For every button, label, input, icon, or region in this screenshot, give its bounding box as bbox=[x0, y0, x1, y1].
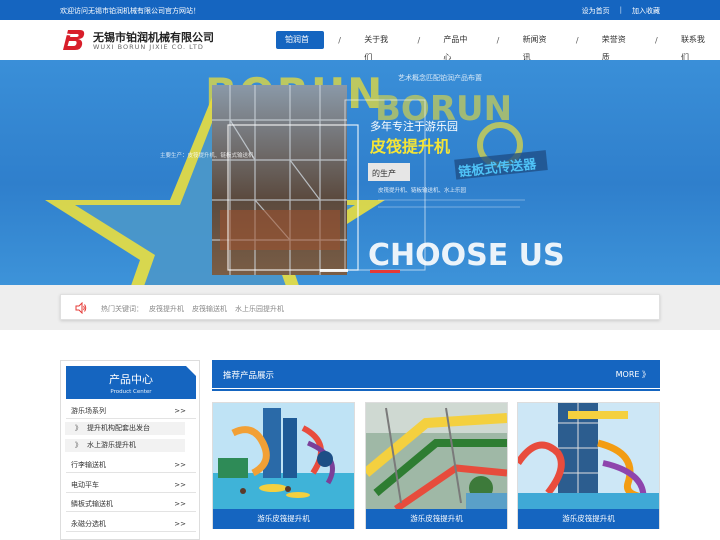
welcome-text: 欢迎访问无锡市铂润机械有限公司官方网站！ bbox=[60, 7, 200, 15]
banner-side-left: 主要生产：皮筏提升机、链板式输送机 bbox=[160, 151, 254, 159]
top-links: 设为首页 | 加入收藏 bbox=[582, 6, 660, 16]
sidebar-item-amusement[interactable]: 游乐场系列 >> bbox=[66, 403, 196, 419]
banner-line2: 多年专注于游乐园 bbox=[370, 119, 458, 133]
nav-separator: / bbox=[496, 35, 500, 45]
chevron-right-icon: 》 bbox=[642, 370, 650, 379]
nav-honors[interactable]: 荣誉资质 bbox=[593, 31, 641, 62]
top-separator: | bbox=[619, 6, 622, 14]
sidebar-subitem-label: 水上游乐提升机 bbox=[87, 441, 136, 449]
nav-separator: / bbox=[655, 35, 658, 45]
sidebar-subitem-water-lift[interactable]: 》 水上游乐提升机 bbox=[65, 439, 185, 452]
nav-separator: / bbox=[417, 35, 421, 45]
hot-keywords-label: 热门关键词： bbox=[101, 305, 143, 313]
hot-keyword-link[interactable]: 皮筏提升机 bbox=[149, 304, 184, 314]
recommend-title: 推荐产品展示 bbox=[223, 371, 275, 381]
set-home-link[interactable]: 设为首页 bbox=[582, 6, 610, 16]
nav-separator: / bbox=[338, 35, 341, 45]
header: 无锡市铂润机械有限公司 WUXI BORUN JIXIE CO. LTD 铂润首… bbox=[0, 20, 720, 62]
sidebar-subitem-launch-platform[interactable]: 》 提升机构配套出发台 bbox=[65, 422, 185, 435]
sidebar-header: 产品中心 Product Center bbox=[66, 366, 196, 399]
chevron-icon: 》 bbox=[75, 441, 82, 449]
product-image[interactable] bbox=[366, 403, 507, 509]
nav-news[interactable]: 新闻资讯 bbox=[514, 31, 562, 62]
recommend-underline bbox=[212, 389, 660, 391]
add-favorite-link[interactable]: 加入收藏 bbox=[632, 6, 660, 16]
banner-side-right: 皮筏提升机、链板输送机、水上乐园 bbox=[378, 186, 467, 194]
sidebar-item-luggage-conveyor[interactable]: 行李输送机 >> bbox=[66, 457, 196, 473]
sidebar-item-electric-cart[interactable]: 电动平车 >> bbox=[66, 477, 196, 493]
banner-line3: 皮筏提升机 bbox=[369, 137, 450, 156]
sidebar-item-label: 电动平车 bbox=[71, 481, 99, 489]
product-image[interactable] bbox=[213, 403, 354, 509]
banner-line5: 的生产 bbox=[372, 168, 396, 178]
product-image[interactable] bbox=[518, 403, 659, 509]
sidebar-title: 产品中心 bbox=[109, 373, 153, 386]
sidebar-item-scale-conveyor[interactable]: 鳞板式输送机 >> bbox=[66, 496, 196, 512]
product-card[interactable]: 游乐皮筏提升机 bbox=[517, 402, 660, 529]
nav-home[interactable]: 铂润首页 bbox=[276, 31, 325, 62]
sidebar-subitem-label: 提升机构配套出发台 bbox=[87, 424, 150, 432]
recommend-header: 推荐产品展示 MORE 》 bbox=[212, 360, 660, 391]
chevron-icon: 》 bbox=[75, 424, 82, 432]
main-nav: 铂润首页 / 关于我们 / 产品中心 / 新闻资讯 / 荣誉资质 / 联系我们 bbox=[276, 31, 720, 62]
nav-products[interactable]: 产品中心 bbox=[434, 31, 482, 62]
hero-banner[interactable]: BORUN BORUN bbox=[0, 60, 720, 285]
sidebar-corner bbox=[186, 366, 196, 376]
sidebar-item-label: 鳞板式输送机 bbox=[71, 500, 113, 508]
choose-us-text: CHOOSE US bbox=[368, 238, 565, 273]
sidebar-item-magnetic-separator[interactable]: 永磁分选机 >> bbox=[66, 516, 196, 532]
more-link[interactable]: MORE 》 bbox=[616, 369, 650, 380]
double-arrow-icon: >> bbox=[174, 481, 186, 489]
hot-keyword-link[interactable]: 水上乐园提升机 bbox=[235, 304, 284, 314]
product-caption[interactable]: 游乐皮筏提升机 bbox=[213, 509, 354, 529]
product-caption[interactable]: 游乐皮筏提升机 bbox=[518, 509, 659, 529]
product-caption[interactable]: 游乐皮筏提升机 bbox=[366, 509, 507, 529]
more-label: MORE bbox=[615, 370, 640, 379]
speaker-icon bbox=[75, 302, 87, 314]
double-arrow-icon: >> bbox=[174, 461, 186, 469]
top-bar: 欢迎访问无锡市铂润机械有限公司官方网站！ 设为首页 | 加入收藏 bbox=[0, 0, 720, 20]
banner-artwork: BORUN BORUN bbox=[45, 69, 565, 285]
sidebar-subtitle: Product Center bbox=[110, 389, 152, 395]
sidebar-item-label: 游乐场系列 bbox=[71, 407, 106, 415]
product-card[interactable]: 游乐皮筏提升机 bbox=[212, 402, 355, 529]
company-logo-icon[interactable] bbox=[60, 28, 86, 52]
sidebar-item-label: 行李输送机 bbox=[71, 461, 106, 469]
nav-contact[interactable]: 联系我们 bbox=[672, 31, 720, 62]
nav-about[interactable]: 关于我们 bbox=[355, 31, 403, 62]
sidebar-item-label: 永磁分选机 bbox=[71, 520, 106, 528]
nav-separator: / bbox=[575, 35, 579, 45]
product-card[interactable]: 游乐皮筏提升机 bbox=[365, 402, 508, 529]
double-arrow-icon: >> bbox=[174, 500, 186, 508]
banner-line1: 艺术概念匹配铂润产品布置 bbox=[398, 73, 482, 82]
double-arrow-icon: >> bbox=[174, 520, 186, 528]
hot-keywords-box: 热门关键词： 皮筏提升机 皮筏输送机 水上乐园提升机 bbox=[60, 294, 660, 320]
hot-keyword-link[interactable]: 皮筏输送机 bbox=[192, 304, 227, 314]
double-arrow-icon: >> bbox=[174, 407, 186, 415]
company-name-en: WUXI BORUN JIXIE CO. LTD bbox=[93, 43, 204, 51]
